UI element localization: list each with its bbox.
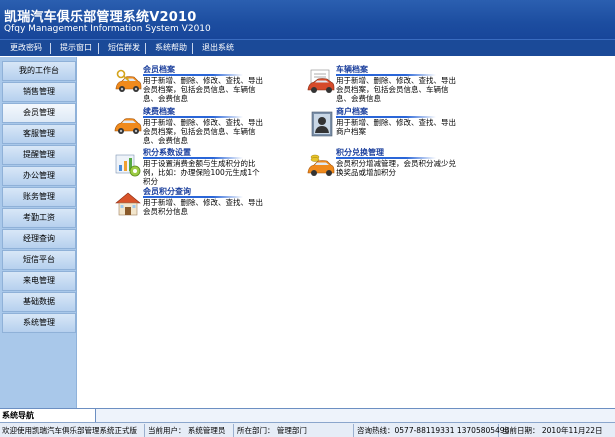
merchant-icon [311, 111, 333, 137]
menu-separator [50, 43, 51, 54]
car-renew-icon [114, 118, 142, 134]
module-description: 用于新增、删除、修改、查找、导出商户档案 [336, 118, 456, 136]
module-description: 会员积分增减管理，会员积分减少兑换奖品或增加积分 [336, 159, 456, 177]
content-area: 会员档案 用于新增、删除、修改、查找、导出会员档案，包括会员信息、车辆信息、会费… [78, 57, 615, 408]
status-welcome: 欢迎使用凯瑞汽车俱乐部管理系统正式版 [0, 424, 145, 437]
system-navigation-label: 系统导航 [0, 408, 96, 422]
sidebar-item-sales[interactable]: 销售管理 [2, 82, 76, 102]
sidebar-item-calls[interactable]: 来电管理 [2, 271, 76, 291]
menu-bar: 更改密码 提示窗口 短信群发 系统帮助 退出系统 [0, 39, 615, 56]
module-description: 用于设置消费金额与生成积分的比例，比如：办理保险100元生成1个积分 [143, 159, 260, 186]
status-department: 所在部门： 管理部门 [235, 424, 354, 437]
module-description: 用于新增、删除、修改、查找、导出会员档案，包括会员信息、车辆信息、会费信息 [143, 118, 263, 145]
menu-separator [145, 43, 146, 54]
sidebar: 我的工作台 销售管理 会员管理 客服管理 提醒管理 办公管理 账务管理 考勤工资… [0, 57, 77, 408]
sidebar-item-customer-service[interactable]: 客服管理 [2, 124, 76, 144]
car-key-icon [115, 69, 142, 92]
menu-exit[interactable]: 退出系统 [202, 42, 234, 53]
chart-settings-icon [115, 154, 141, 177]
menu-prompt-window[interactable]: 提示窗口 [60, 42, 92, 53]
menu-separator [192, 43, 193, 54]
sidebar-item-accounts[interactable]: 账务管理 [2, 187, 76, 207]
status-current-user: 当前用户： 系统管理员 [146, 424, 234, 437]
app-title: 凯瑞汽车俱乐部管理系统V2010 [4, 10, 197, 25]
sidebar-item-members[interactable]: 会员管理 [2, 103, 76, 123]
module-description: 用于新增、删除、修改、查找、导出会员档案，包括会员信息、车辆信息、会费信息 [336, 76, 456, 103]
menu-change-password[interactable]: 更改密码 [10, 42, 42, 53]
menu-help[interactable]: 系统帮助 [155, 42, 187, 53]
app-subtitle: Qfqy Management Information System V2010 [4, 24, 211, 34]
car-document-icon [307, 69, 335, 93]
sidebar-item-sms[interactable]: 短信平台 [2, 250, 76, 270]
status-date: 当前日期： 2010年11月22日 [502, 426, 603, 435]
menu-sms-broadcast[interactable]: 短信群发 [108, 42, 140, 53]
sidebar-item-base-data[interactable]: 基础数据 [2, 292, 76, 312]
sidebar-item-manager-query[interactable]: 经理查询 [2, 229, 76, 249]
sidebar-item-office[interactable]: 办公管理 [2, 166, 76, 186]
house-icon [115, 192, 141, 216]
module-description: 用于新增、删除、修改、查找、导出会员积分信息 [143, 198, 263, 216]
sidebar-item-reminders[interactable]: 提醒管理 [2, 145, 76, 165]
car-coins-icon [307, 154, 335, 176]
sidebar-item-attendance[interactable]: 考勤工资 [2, 208, 76, 228]
status-hotline: 咨询热线：0577-88119331 13705805498 [357, 424, 510, 437]
app-title-bar: 凯瑞汽车俱乐部管理系统V2010 Qfqy Management Informa… [0, 0, 615, 39]
navigation-strip [96, 408, 615, 422]
status-bar: 欢迎使用凯瑞汽车俱乐部管理系统正式版 当前用户： 系统管理员 所在部门： 管理部… [0, 422, 615, 437]
sidebar-item-workbench[interactable]: 我的工作台 [2, 61, 76, 81]
menu-separator [98, 43, 99, 54]
sidebar-item-system[interactable]: 系统管理 [2, 313, 76, 333]
module-description: 用于新增、删除、修改、查找、导出会员档案，包括会员信息、车辆信息、会费信息 [143, 76, 263, 103]
